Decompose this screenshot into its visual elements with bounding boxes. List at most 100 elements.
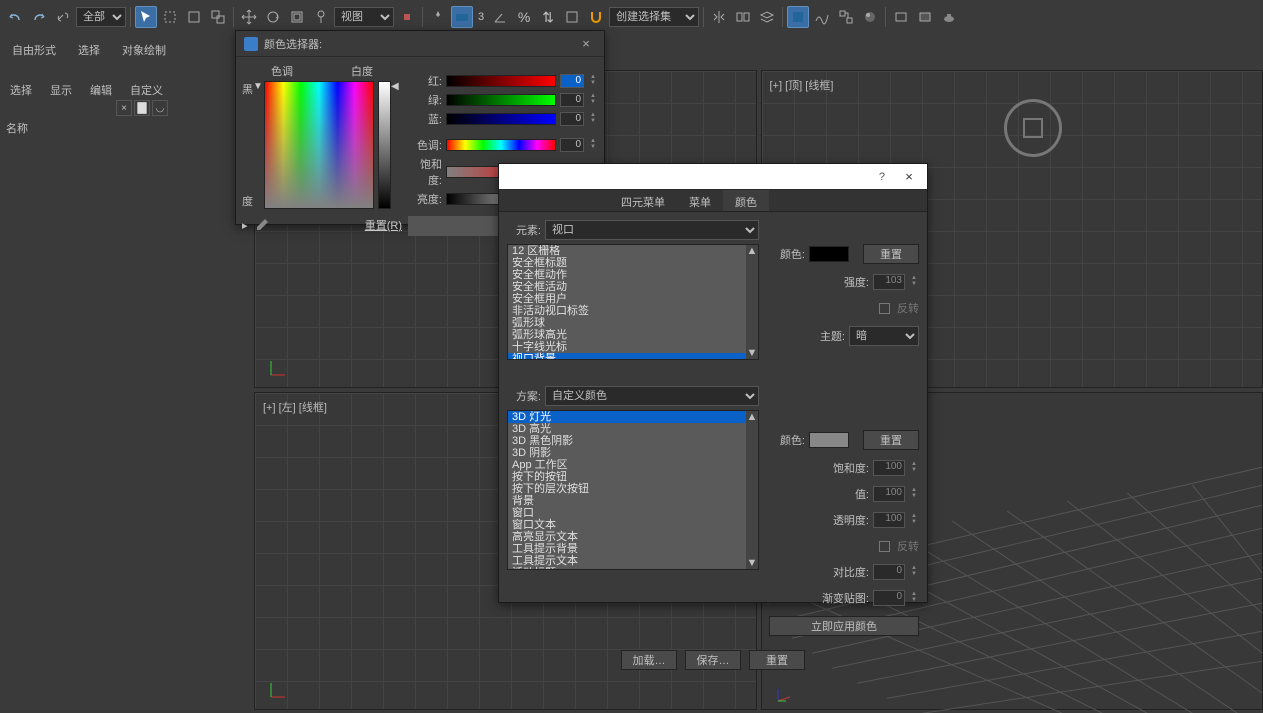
snap-percent-icon[interactable]: % [513, 6, 535, 28]
contrast-spinner[interactable]: ▲▼ [909, 565, 919, 579]
scene-explorer-icon[interactable] [787, 6, 809, 28]
hue-input[interactable]: 0 [560, 138, 584, 152]
edged-icon[interactable] [561, 6, 583, 28]
red-slider[interactable] [446, 75, 556, 87]
reset-button[interactable]: 重置 [863, 244, 919, 264]
pivot-icon[interactable] [396, 6, 418, 28]
reset-all-button[interactable]: 重置 [749, 650, 805, 670]
tab-freeform[interactable]: 自由形式 [12, 42, 56, 58]
list-item[interactable]: 弧形球高光 [508, 329, 746, 341]
tab-menu[interactable]: 菜单 [677, 190, 723, 211]
menu-custom[interactable]: 自定义 [130, 82, 163, 98]
list-item[interactable]: 安全框标题 [508, 257, 746, 269]
teapot-icon[interactable] [938, 6, 960, 28]
keyboard-icon[interactable] [451, 6, 473, 28]
intensity-spinner[interactable]: ▲▼ [909, 275, 919, 289]
picker-arrow-icon[interactable]: ▸ [242, 219, 248, 232]
menu-edit[interactable]: 编辑 [90, 82, 112, 98]
filter-all-select[interactable]: 全部 [76, 7, 126, 27]
menu-display[interactable]: 显示 [50, 82, 72, 98]
tool-link-icon[interactable] [52, 6, 74, 28]
whiteness-slider[interactable] [378, 81, 391, 209]
render-setup-icon[interactable] [890, 6, 912, 28]
scrollbar[interactable]: ▲▼ [746, 245, 758, 359]
material-editor-icon[interactable] [859, 6, 881, 28]
help-button[interactable]: ? [879, 171, 885, 183]
close-button[interactable]: × [576, 34, 596, 54]
theme-select[interactable]: 暗 [849, 326, 919, 346]
tool-undo-icon[interactable] [4, 6, 26, 28]
color-picker-titlebar[interactable]: 颜色选择器: × [236, 31, 604, 57]
list-item[interactable]: 安全框用户 [508, 293, 746, 305]
scheme-list[interactable]: 3D 灯光3D 高光3D 黑色阴影3D 阴影App 工作区按下的按钮按下的层次按… [507, 410, 759, 570]
list-item[interactable]: 3D 阴影 [508, 447, 746, 459]
color2-swatch[interactable] [809, 432, 849, 448]
save-button[interactable]: 保存… [685, 650, 741, 670]
viewport-label[interactable]: [+] [左] [线框] [263, 399, 327, 415]
invert2-checkbox[interactable] [879, 541, 890, 552]
schematic-icon[interactable] [835, 6, 857, 28]
list-item[interactable]: 12 区栅格 [508, 245, 746, 257]
blue-slider[interactable] [446, 113, 556, 125]
tab-select[interactable]: 选择 [78, 42, 100, 58]
rotate-tool-icon[interactable] [262, 6, 284, 28]
named-selection-select[interactable]: 创建选择集 [609, 7, 699, 27]
contrast-input[interactable]: 0 [873, 564, 905, 580]
mirror-icon[interactable] [708, 6, 730, 28]
list-item[interactable]: 3D 黑色阴影 [508, 435, 746, 447]
reset-link[interactable]: 重置(R) [365, 217, 402, 233]
tab-object-paint[interactable]: 对象绘制 [122, 42, 166, 58]
scale-tool-icon[interactable] [286, 6, 308, 28]
scheme-select[interactable]: 自定义颜色 [545, 386, 759, 406]
list-item[interactable]: 按下的层次按钮 [508, 483, 746, 495]
green-input[interactable]: 0 [560, 93, 584, 107]
list-item[interactable]: 安全框动作 [508, 269, 746, 281]
list-item[interactable]: 3D 高光 [508, 423, 746, 435]
blue-input[interactable]: 0 [560, 112, 584, 126]
green-spinner[interactable]: ▲▼ [588, 93, 598, 107]
close-icon[interactable]: × [116, 100, 132, 116]
list-item[interactable]: 视口背景 [508, 353, 746, 359]
window-cross-icon[interactable] [207, 6, 229, 28]
blue-spinner[interactable]: ▲▼ [588, 112, 598, 126]
tool-redo-icon[interactable] [28, 6, 50, 28]
list-item[interactable]: 安全框活动 [508, 281, 746, 293]
invert-checkbox[interactable] [879, 303, 890, 314]
tab-quad-menu[interactable]: 四元菜单 [609, 190, 677, 211]
element-list[interactable]: 12 区栅格安全框标题安全框动作安全框活动安全框用户非活动视口标签弧形球弧形球高… [507, 244, 759, 360]
close-button[interactable]: × [899, 167, 919, 187]
list-item[interactable]: 工具提示背景 [508, 543, 746, 555]
saturation-spinner[interactable]: ▲▼ [909, 461, 919, 475]
tab-color[interactable]: 颜色 [723, 190, 769, 211]
red-input[interactable]: 0 [560, 74, 584, 88]
align-icon[interactable] [732, 6, 754, 28]
list-item[interactable]: 窗口 [508, 507, 746, 519]
select-tool-icon[interactable] [135, 6, 157, 28]
list-item[interactable]: 非活动视口标签 [508, 305, 746, 317]
list-item[interactable]: 高亮显示文本 [508, 531, 746, 543]
eyedropper-icon[interactable] [254, 217, 270, 233]
transparency-spinner[interactable]: ▲▼ [909, 513, 919, 527]
list-item[interactable]: 弧形球 [508, 317, 746, 329]
load-button[interactable]: 加载… [621, 650, 677, 670]
transparency-input[interactable]: 100 [873, 512, 905, 528]
value-spinner[interactable]: ▲▼ [909, 487, 919, 501]
swirl-icon[interactable]: ◡ [152, 100, 168, 116]
list-item[interactable]: App 工作区 [508, 459, 746, 471]
intensity-input[interactable]: 103 [873, 274, 905, 290]
list-item[interactable]: 3D 灯光 [508, 411, 746, 423]
lasso-select-icon[interactable] [183, 6, 205, 28]
menu-select[interactable]: 选择 [10, 82, 32, 98]
magnet-icon[interactable] [585, 6, 607, 28]
list-item[interactable]: 窗口文本 [508, 519, 746, 531]
element-select[interactable]: 视口 [545, 220, 759, 240]
gradient-spinner[interactable]: ▲▼ [909, 591, 919, 605]
snap-angle-icon[interactable] [489, 6, 511, 28]
value-input[interactable]: 100 [873, 486, 905, 502]
hue-slider[interactable] [446, 139, 556, 151]
red-spinner[interactable]: ▲▼ [588, 74, 598, 88]
move-tool-icon[interactable] [238, 6, 260, 28]
render-frame-icon[interactable] [914, 6, 936, 28]
list-item[interactable]: 背景 [508, 495, 746, 507]
placement-tool-icon[interactable] [310, 6, 332, 28]
